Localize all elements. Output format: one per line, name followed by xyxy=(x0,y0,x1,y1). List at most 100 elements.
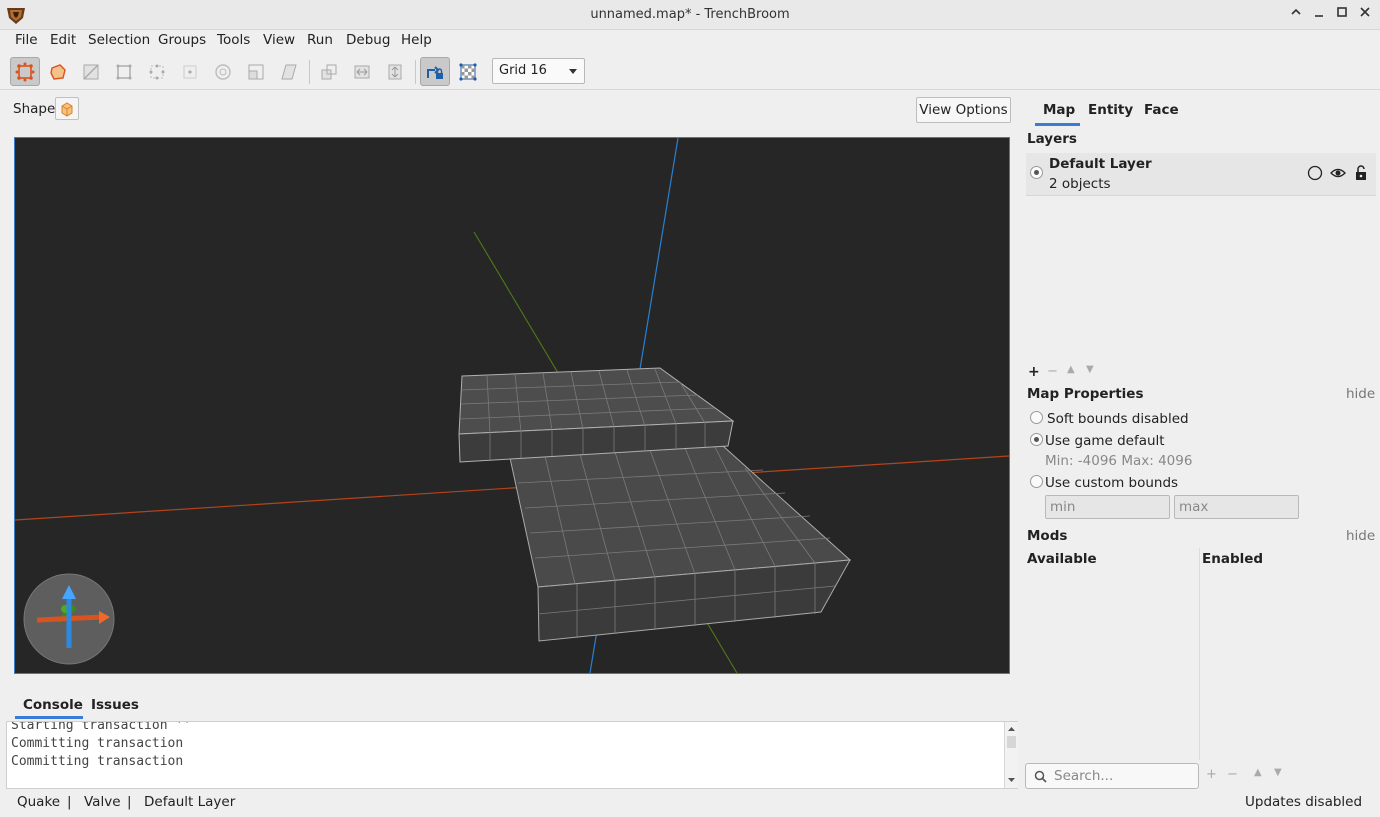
layer-visibility-toggle[interactable] xyxy=(1330,165,1346,185)
status-separator: | xyxy=(127,794,132,810)
status-layer: Default Layer xyxy=(144,794,236,810)
console-output[interactable]: Starting transaction '' Committing trans… xyxy=(6,721,1018,789)
move-mod-down-icon[interactable]: ▼ xyxy=(1274,767,1282,778)
vertex-tool-button[interactable] xyxy=(109,57,139,86)
close-icon xyxy=(1360,7,1370,17)
shape-button[interactable] xyxy=(55,97,79,120)
layers-heading: Layers xyxy=(1027,131,1077,147)
remove-layer-icon[interactable]: − xyxy=(1047,364,1058,379)
uv-lock-button[interactable] xyxy=(453,57,483,86)
flip-horizontal-icon xyxy=(354,65,370,78)
tab-face[interactable]: Face xyxy=(1144,102,1179,118)
brush-tool-button[interactable] xyxy=(43,57,73,86)
tab-console[interactable]: Console xyxy=(23,697,83,713)
tab-issues[interactable]: Issues xyxy=(91,697,139,713)
toolbar-separator xyxy=(415,60,416,84)
scale-tool-icon xyxy=(248,64,264,79)
layer-lock-toggle[interactable] xyxy=(1353,165,1369,185)
menu-groups[interactable]: Groups xyxy=(158,30,206,50)
toolbar-separator xyxy=(309,60,310,84)
3d-viewport[interactable] xyxy=(14,137,1010,674)
flip-vertical-button[interactable] xyxy=(380,57,410,86)
menu-view[interactable]: View xyxy=(263,30,295,50)
toolbar xyxy=(0,52,1380,90)
selection-tool-icon xyxy=(15,62,35,81)
brush-upper[interactable] xyxy=(458,367,735,463)
enabled-mods-heading: Enabled xyxy=(1202,551,1264,567)
selection-tool-button[interactable] xyxy=(10,57,40,86)
enable-mod-icon[interactable]: + xyxy=(1206,767,1217,782)
available-mods-list[interactable] xyxy=(1026,548,1200,760)
menu-selection[interactable]: Selection xyxy=(88,30,150,50)
menu-debug[interactable]: Debug xyxy=(346,30,390,50)
use-custom-bounds-radio[interactable] xyxy=(1030,475,1043,488)
add-layer-icon[interactable]: + xyxy=(1028,364,1040,380)
status-game: Quake xyxy=(17,794,61,810)
edge-tool-button[interactable] xyxy=(142,57,172,86)
move-mod-up-icon[interactable]: ▲ xyxy=(1254,767,1262,778)
hide-mods-link[interactable]: hide xyxy=(1346,528,1375,544)
console-line: Committing transaction xyxy=(11,736,184,751)
rotate-tool-button[interactable] xyxy=(208,57,238,86)
face-tool-button[interactable] xyxy=(175,57,205,86)
scale-tool-button[interactable] xyxy=(241,57,271,86)
hide-map-properties-link[interactable]: hide xyxy=(1346,386,1375,402)
mods-search-placeholder: Search... xyxy=(1054,768,1114,784)
menu-help[interactable]: Help xyxy=(401,30,432,50)
current-layer-radio[interactable] xyxy=(1030,166,1043,179)
vertex-tool-icon xyxy=(116,64,132,79)
view-options-button[interactable]: View Options xyxy=(916,97,1011,123)
custom-bounds-min-input[interactable]: min xyxy=(1045,495,1170,519)
grid-size-select[interactable]: Grid 16 xyxy=(492,58,585,84)
use-game-default-label[interactable]: Use game default xyxy=(1045,433,1165,449)
rotate-tool-icon xyxy=(215,63,231,80)
layer-omit-export-toggle[interactable] xyxy=(1307,165,1323,185)
minimize-icon xyxy=(1315,15,1323,17)
menu-bar xyxy=(0,30,1380,52)
eye-icon xyxy=(1330,168,1346,178)
mods-search-input[interactable]: Search... xyxy=(1025,763,1199,789)
status-updates: Updates disabled xyxy=(1245,794,1363,810)
custom-bounds-max-input[interactable]: max xyxy=(1174,495,1299,519)
menu-tools[interactable]: Tools xyxy=(217,30,250,50)
duplicate-button[interactable] xyxy=(314,57,344,86)
menu-run[interactable]: Run xyxy=(307,30,333,50)
shape-label: Shape xyxy=(13,101,56,117)
edge-tool-icon xyxy=(149,64,165,79)
close-button[interactable] xyxy=(1356,6,1374,24)
tab-entity[interactable]: Entity xyxy=(1088,102,1133,118)
menu-file[interactable]: File xyxy=(15,30,38,50)
shear-tool-button[interactable] xyxy=(274,57,304,86)
maximize-button[interactable] xyxy=(1333,6,1351,24)
tab-map[interactable]: Map xyxy=(1043,102,1075,118)
console-line: Starting transaction '' xyxy=(11,721,192,733)
search-icon xyxy=(1034,770,1047,783)
flip-vertical-icon xyxy=(388,64,402,79)
disable-mod-icon[interactable]: − xyxy=(1227,767,1238,782)
grid-size-value: Grid 16 xyxy=(499,63,547,78)
layer-name: Default Layer xyxy=(1049,156,1152,172)
console-scrollbar[interactable] xyxy=(1004,722,1018,788)
active-tab-indicator xyxy=(15,716,83,719)
use-custom-bounds-label[interactable]: Use custom bounds xyxy=(1045,475,1178,491)
mods-heading: Mods xyxy=(1027,528,1068,544)
window-title: unnamed.map* - TrenchBroom xyxy=(590,7,790,22)
menu-edit[interactable]: Edit xyxy=(50,30,76,50)
clip-tool-icon xyxy=(83,64,99,79)
brush-lower[interactable] xyxy=(509,445,852,642)
soft-bounds-disabled-radio[interactable] xyxy=(1030,411,1043,424)
view-compass[interactable] xyxy=(23,573,115,665)
move-layer-down-icon[interactable]: ▼ xyxy=(1086,364,1094,375)
minimize-button[interactable] xyxy=(1310,6,1328,24)
soft-bounds-disabled-label[interactable]: Soft bounds disabled xyxy=(1047,411,1189,427)
shear-tool-icon xyxy=(281,64,297,79)
move-layer-up-icon[interactable]: ▲ xyxy=(1067,364,1075,375)
chevron-down-icon xyxy=(569,69,577,74)
available-mods-heading: Available xyxy=(1027,551,1097,567)
help-window-button[interactable] xyxy=(1287,6,1305,24)
clip-tool-button[interactable] xyxy=(76,57,106,86)
chevron-up-icon xyxy=(1291,8,1301,15)
use-game-default-radio[interactable] xyxy=(1030,433,1043,446)
texture-lock-button[interactable] xyxy=(420,57,450,86)
flip-horizontal-button[interactable] xyxy=(347,57,377,86)
